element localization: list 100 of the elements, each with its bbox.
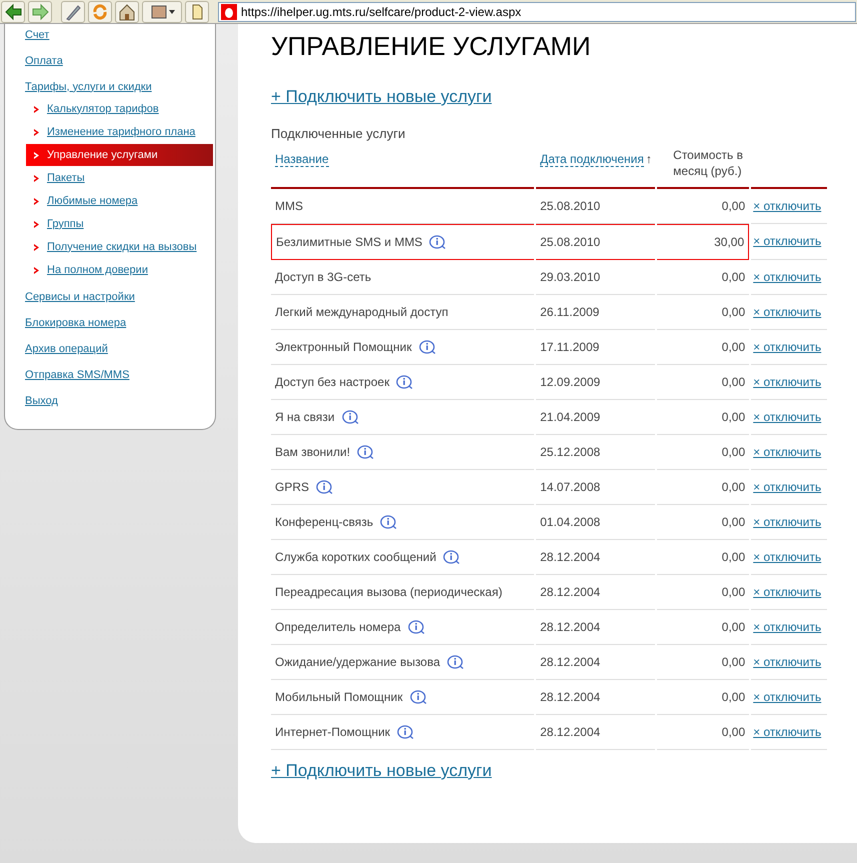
info-icon[interactable] <box>397 725 414 739</box>
service-name: MMS <box>275 199 303 213</box>
chevron-icon <box>34 174 39 182</box>
disconnect-link[interactable]: × отключить <box>753 445 822 459</box>
home-button[interactable] <box>115 0 139 22</box>
disconnect-link[interactable]: × отключить <box>753 620 822 634</box>
date-text: 26.11.2009 <box>540 305 600 319</box>
disconnect-link[interactable]: × отключить <box>753 690 822 704</box>
picture-button[interactable] <box>142 0 182 22</box>
disconnect-link[interactable]: × отключить <box>753 234 822 248</box>
date-text: 28.12.2004 <box>540 550 600 564</box>
sidebar-link[interactable]: Управление услугами <box>47 146 158 164</box>
sidebar-link[interactable]: Пакеты <box>47 170 85 186</box>
disconnect-link[interactable]: × отключить <box>753 725 822 739</box>
cost-text: 0,00 <box>722 690 746 704</box>
info-icon[interactable] <box>408 620 425 634</box>
disconnect-link[interactable]: × отключить <box>753 480 822 494</box>
date-text: 28.12.2004 <box>540 690 600 704</box>
date-text: 17.11.2009 <box>540 340 600 354</box>
disconnect-link[interactable]: × отключить <box>753 550 822 564</box>
disconnect-link[interactable]: × отключить <box>753 655 822 669</box>
sidebar-link[interactable]: Архив операций <box>25 340 108 358</box>
back-arrow-icon <box>3 2 23 22</box>
chevron-icon <box>34 198 39 204</box>
site-logo-icon <box>221 4 237 20</box>
disconnect-link[interactable]: × отключить <box>753 340 822 354</box>
disconnect-link[interactable]: × отключить <box>753 410 822 424</box>
service-name: Вам звонили! <box>275 445 350 459</box>
date-text: 28.12.2004 <box>540 620 600 634</box>
disconnect-link[interactable]: × отключить <box>753 199 822 213</box>
add-services-link[interactable]: + Подключить новые услуги <box>271 84 492 110</box>
forward-arrow-icon <box>30 2 50 22</box>
cost-text: 0,00 <box>722 725 746 739</box>
sidebar-link[interactable]: Группы <box>47 216 84 232</box>
back-arrow-button[interactable] <box>1 0 25 22</box>
chevron-icon <box>34 106 39 112</box>
sidebar-link[interactable]: Выход <box>25 392 58 410</box>
service-name: Переадресация вызова (периодическая) <box>275 585 502 599</box>
disconnect-link[interactable]: × отключить <box>753 375 822 389</box>
service-name: Конференц-связь <box>275 515 374 529</box>
cost-text: 0,00 <box>722 550 746 564</box>
sidebar-link[interactable]: Счет <box>25 26 50 44</box>
info-icon[interactable] <box>418 340 436 354</box>
info-icon[interactable] <box>429 235 446 249</box>
service-name: Доступ в 3G-сеть <box>275 270 372 284</box>
info-icon[interactable] <box>380 515 398 529</box>
add-services-link[interactable]: + Подключить новые услуги <box>271 758 492 784</box>
date-text: 01.04.2008 <box>540 515 600 529</box>
sidebar-link[interactable]: Получение скидки на вызовы <box>47 238 197 256</box>
address-field[interactable]: https://ihelper.ug.mts.ru/selfcare/product-2-view.aspx <box>218 2 856 22</box>
disconnect-link[interactable]: × отключить <box>753 585 822 599</box>
section-title: Подключенные услуги <box>271 124 406 143</box>
date-text: 28.12.2004 <box>540 585 600 599</box>
date-text: 28.12.2004 <box>540 655 600 669</box>
chevron-icon <box>34 128 39 136</box>
cost-text: 0,00 <box>722 375 746 389</box>
date-text: 14.07.2008 <box>540 480 600 494</box>
sidebar-link[interactable]: Изменение тарифного плана <box>47 124 196 140</box>
service-name: Я на связи <box>275 410 335 424</box>
forward-arrow-button[interactable] <box>28 0 52 22</box>
cost-text: 0,00 <box>722 445 746 459</box>
sidebar-link[interactable]: Блокировка номера <box>25 314 126 332</box>
page-button[interactable] <box>185 0 209 22</box>
date-text: 25.12.2008 <box>540 445 600 459</box>
cost-text: 0,00 <box>722 199 746 213</box>
cost-text: 0,00 <box>722 305 746 319</box>
info-icon[interactable] <box>342 410 359 424</box>
sort-link[interactable]: Название <box>275 152 329 167</box>
column-header: Стоимость в месяц (руб.) <box>673 147 744 179</box>
info-icon[interactable] <box>410 690 427 704</box>
date-text: 25.08.2010 <box>540 199 600 213</box>
sort-link[interactable]: Дата подключения <box>540 152 644 167</box>
cost-text: 30,00 <box>714 235 744 249</box>
pencil-button[interactable] <box>61 0 85 22</box>
info-icon[interactable] <box>396 375 414 389</box>
cost-text: 0,00 <box>722 585 746 599</box>
cost-text: 0,00 <box>722 270 746 284</box>
chevron-icon <box>34 266 39 274</box>
home-icon <box>117 2 137 22</box>
sidebar-link[interactable]: Сервисы и настройки <box>25 288 135 306</box>
chevron-icon <box>34 152 39 158</box>
date-text: 29.03.2010 <box>540 270 600 284</box>
sidebar-link[interactable]: Оплата <box>25 52 63 70</box>
info-icon[interactable] <box>357 445 374 459</box>
sidebar-link[interactable]: Отправка SMS/MMS <box>25 366 130 384</box>
cost-text: 0,00 <box>722 410 746 424</box>
sidebar-link[interactable]: На полном доверии <box>47 262 148 278</box>
sidebar-link[interactable]: Калькулятор тарифов <box>47 100 159 118</box>
sidebar-link[interactable]: Любимые номера <box>47 192 138 210</box>
date-text: 25.08.2010 <box>540 235 600 249</box>
cost-text: 0,00 <box>722 340 746 354</box>
service-name: GPRS <box>275 480 310 494</box>
info-icon[interactable] <box>316 480 334 494</box>
sidebar-link[interactable]: Тарифы, услуги и скидки <box>25 78 152 96</box>
info-icon[interactable] <box>447 655 464 669</box>
disconnect-link[interactable]: × отключить <box>753 305 822 319</box>
disconnect-link[interactable]: × отключить <box>753 270 822 284</box>
service-name: Легкий международный доступ <box>275 305 448 319</box>
disconnect-link[interactable]: × отключить <box>753 515 822 529</box>
info-icon[interactable] <box>443 550 460 564</box>
